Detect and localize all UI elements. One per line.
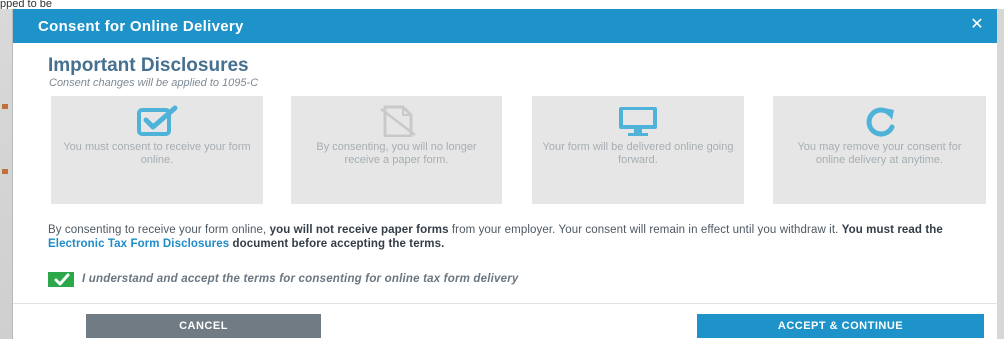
consent-body-text: By consenting to receive your form onlin…	[48, 223, 978, 251]
accept-terms-checkbox[interactable]	[48, 272, 74, 287]
disclosures-link[interactable]: Electronic Tax Form Disclosures	[48, 238, 229, 250]
close-icon[interactable]: ✕	[969, 17, 985, 33]
disclosure-cards: You must consent to receive your form on…	[51, 96, 986, 208]
accept-terms-label[interactable]: I understand and accept the terms for co…	[82, 273, 519, 285]
background-top-strip: pped to be	[0, 0, 1004, 9]
body-text-bold: you will not receive paper forms	[269, 224, 449, 236]
disclosure-card: You must consent to receive your form on…	[51, 96, 263, 204]
body-text-part: from your employer. Your consent will re…	[448, 224, 842, 236]
background-right-edge	[997, 9, 1004, 339]
body-text-part: By consenting to receive your form onlin…	[48, 224, 270, 236]
refresh-icon	[866, 107, 894, 137]
check-icon	[54, 273, 70, 286]
checkbox-icon	[137, 105, 178, 136]
card-text: You must consent to receive your form on…	[63, 141, 251, 166]
consent-dialog: Consent for Online Delivery ✕ Important …	[12, 9, 998, 339]
monitor-icon	[619, 107, 657, 136]
disclosure-card: Your form will be delivered online going…	[532, 96, 744, 204]
disclosure-card: By consenting, you will no longer receiv…	[291, 96, 502, 204]
card-text: By consenting, you will no longer receiv…	[316, 141, 477, 166]
background-left-edge	[0, 9, 12, 339]
accept-continue-button[interactable]: ACCEPT & CONTINUE	[697, 314, 984, 338]
background-marker	[2, 169, 8, 174]
card-text: You may remove your consent for online d…	[797, 141, 962, 166]
paper-form-icon	[379, 105, 416, 137]
cancel-button[interactable]: CANCEL	[86, 314, 321, 338]
card-text: Your form will be delivered online going…	[542, 141, 734, 166]
body-text-bold: You must read the	[841, 224, 943, 236]
background-marker	[2, 104, 8, 109]
dialog-title: Consent for Online Delivery	[38, 18, 244, 35]
footer-divider	[13, 303, 998, 304]
background-text: pped to be	[0, 0, 52, 9]
disclosure-card: You may remove your consent for online d…	[773, 96, 986, 204]
body-text-bold: document before accepting the terms.	[229, 238, 445, 250]
disclosures-subtitle: Consent changes will be applied to 1095-…	[49, 77, 259, 89]
disclosures-title: Important Disclosures	[48, 55, 249, 76]
dialog-header: Consent for Online Delivery ✕	[13, 9, 997, 43]
